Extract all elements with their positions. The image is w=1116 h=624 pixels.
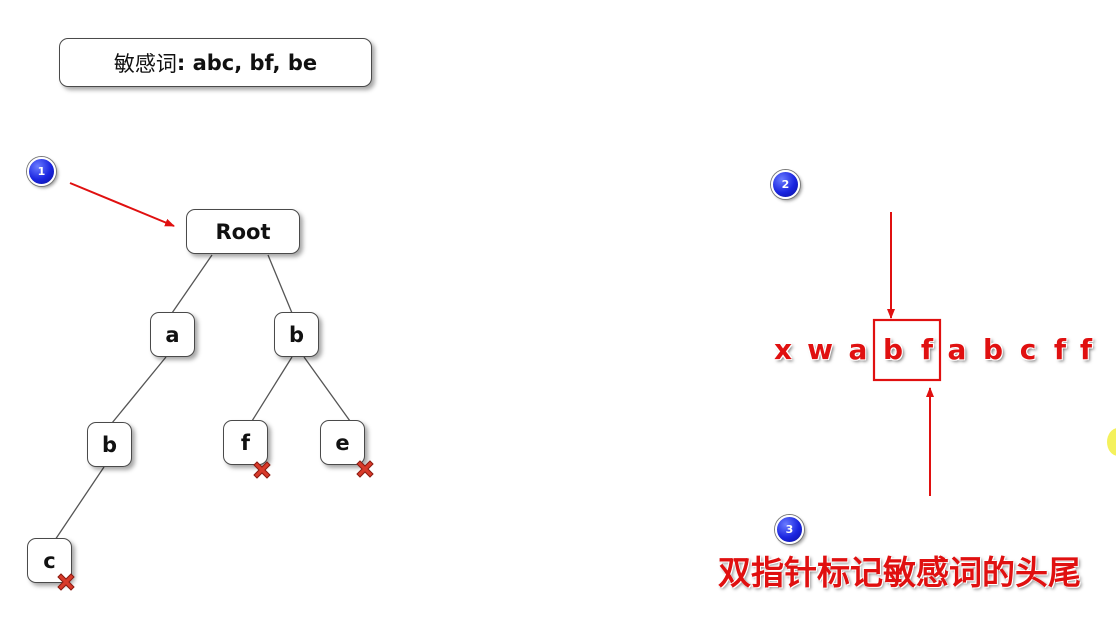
edge-b-e xyxy=(303,356,351,422)
end-marker-icon xyxy=(356,460,374,478)
sensitive-words-list: : abc, bf, be xyxy=(176,50,318,75)
sequence-char: x xyxy=(773,333,793,366)
end-marker-icon xyxy=(253,461,271,479)
sensitive-words-label: 敏感词 xyxy=(113,51,177,76)
trie-root-node: Root xyxy=(186,209,300,254)
sensitive-words-box: 敏感词: abc, bf, be xyxy=(59,38,372,87)
edge-root-a xyxy=(171,254,213,314)
sequence-char: f xyxy=(1053,333,1067,366)
sequence-char-head: b xyxy=(882,333,904,366)
sequence-char: a xyxy=(848,333,868,366)
edge-b-c xyxy=(54,466,105,541)
sequence-char: w xyxy=(807,333,833,366)
pointer-arrow-root xyxy=(69,182,175,227)
sequence-char: f xyxy=(1079,333,1093,366)
step-badge-1: 1 xyxy=(27,157,56,186)
edge-root-b xyxy=(267,254,293,314)
step-badge-2: 2 xyxy=(771,170,800,199)
edge-a-b xyxy=(111,356,167,424)
caption-text: 双指针标记敏感词的头尾 xyxy=(718,553,1081,592)
trie-node-b: b xyxy=(274,312,319,357)
trie-node-ab: b xyxy=(87,422,132,467)
sequence-char-tail: f xyxy=(920,333,934,366)
sequence-char: a xyxy=(947,333,967,366)
edge-b-f xyxy=(251,356,293,422)
trie-node-a: a xyxy=(150,312,195,357)
step-badge-3: 3 xyxy=(775,515,804,544)
end-marker-icon xyxy=(57,573,75,591)
sequence-char: b xyxy=(982,333,1004,366)
sequence-char: c xyxy=(1019,333,1037,366)
